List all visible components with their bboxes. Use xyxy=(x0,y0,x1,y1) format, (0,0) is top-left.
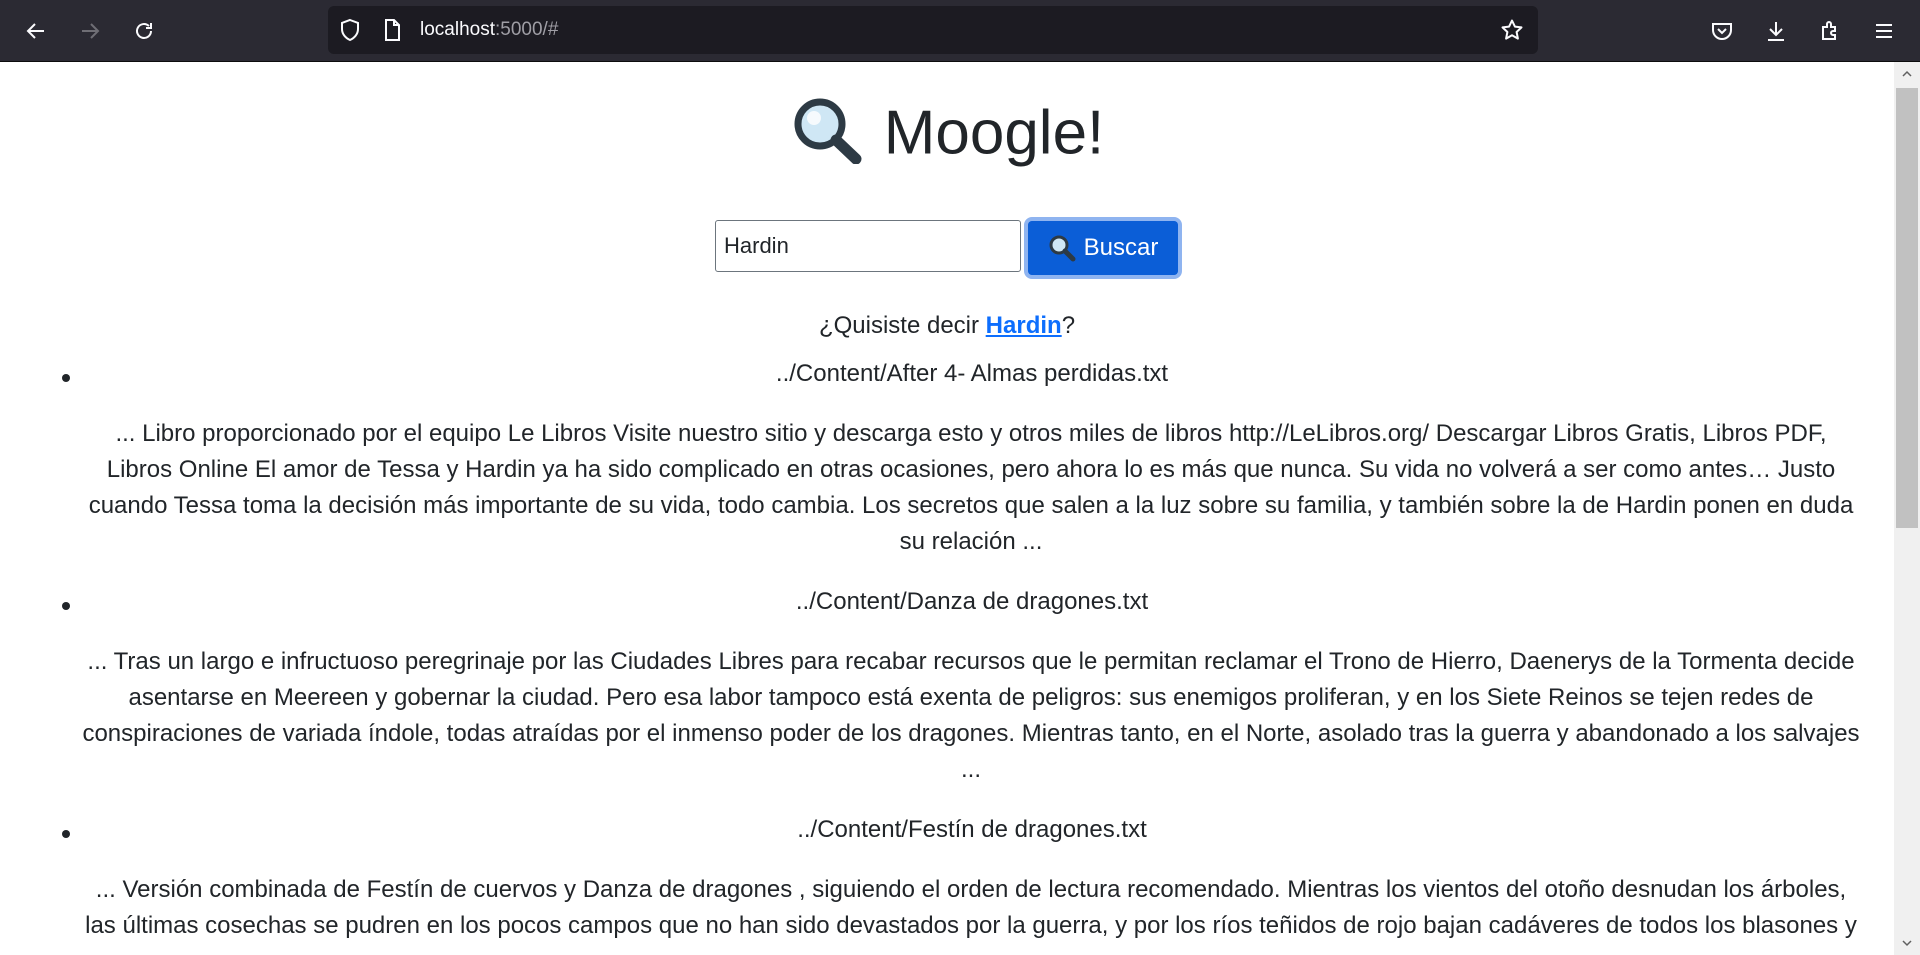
result-filename: ../Content/Festín de dragones.txt xyxy=(797,816,1147,843)
title-text: Moogle! xyxy=(883,98,1105,168)
forward-arrow-icon xyxy=(82,23,100,39)
scrollbar-thumb[interactable] xyxy=(1896,88,1918,528)
magnifying-glass-icon xyxy=(790,96,864,178)
list-bullet xyxy=(62,602,70,610)
page-icon xyxy=(380,18,404,42)
results-list: ../Content/After 4- Almas perdidas.txt .… xyxy=(0,356,1894,955)
search-input[interactable] xyxy=(715,220,1021,272)
pocket-button[interactable] xyxy=(1703,12,1741,50)
search-icon xyxy=(1049,235,1076,262)
result-item: ../Content/Danza de dragones.txt ... Tra… xyxy=(0,584,1894,788)
search-button[interactable]: Buscar xyxy=(1024,217,1182,279)
bookmark-star-icon[interactable] xyxy=(1500,18,1524,42)
extensions-button[interactable] xyxy=(1811,12,1849,50)
list-bullet xyxy=(62,374,70,382)
scroll-down-arrow-icon[interactable] xyxy=(1901,937,1913,949)
result-item: ../Content/Festín de dragones.txt ... Ve… xyxy=(0,812,1894,944)
page-viewport: Moogle! Buscar ¿Quisiste decir Hardin? .… xyxy=(0,62,1894,955)
scroll-up-arrow-icon[interactable] xyxy=(1901,68,1913,80)
forward-button[interactable] xyxy=(71,12,109,50)
did-you-mean: ¿Quisiste decir Hardin? xyxy=(818,312,1076,339)
page-title: Moogle! xyxy=(0,96,1894,178)
result-filename: ../Content/Danza de dragones.txt xyxy=(795,588,1149,615)
browser-toolbar: localhost:5000/# xyxy=(0,0,1920,62)
url-text[interactable]: localhost:5000/# xyxy=(420,19,558,41)
back-button[interactable] xyxy=(17,12,55,50)
reload-button[interactable] xyxy=(125,12,163,50)
address-bar[interactable]: localhost:5000/# xyxy=(328,6,1538,54)
puzzle-icon xyxy=(1822,21,1836,40)
downloads-button[interactable] xyxy=(1757,12,1795,50)
list-bullet xyxy=(62,830,70,838)
vertical-scrollbar[interactable] xyxy=(1894,62,1920,955)
shield-icon[interactable] xyxy=(338,18,362,42)
pocket-icon xyxy=(1712,23,1732,40)
result-snippet: ... Versión combinada de Festín de cuerv… xyxy=(85,876,1857,939)
suggestion-link[interactable]: Hardin xyxy=(986,312,1062,339)
search-button-label: Buscar xyxy=(1083,234,1159,261)
download-icon xyxy=(1768,22,1784,41)
reload-icon xyxy=(136,23,152,39)
result-snippet: ... Libro proporcionado por el equipo Le… xyxy=(88,420,1854,555)
hamburger-menu-icon xyxy=(1876,24,1892,38)
back-arrow-icon xyxy=(26,23,44,39)
result-snippet: ... Tras un largo e infructuoso peregrin… xyxy=(82,648,1860,783)
result-item: ../Content/After 4- Almas perdidas.txt .… xyxy=(0,356,1894,560)
result-filename: ../Content/After 4- Almas perdidas.txt xyxy=(775,360,1169,387)
menu-button[interactable] xyxy=(1865,12,1903,50)
